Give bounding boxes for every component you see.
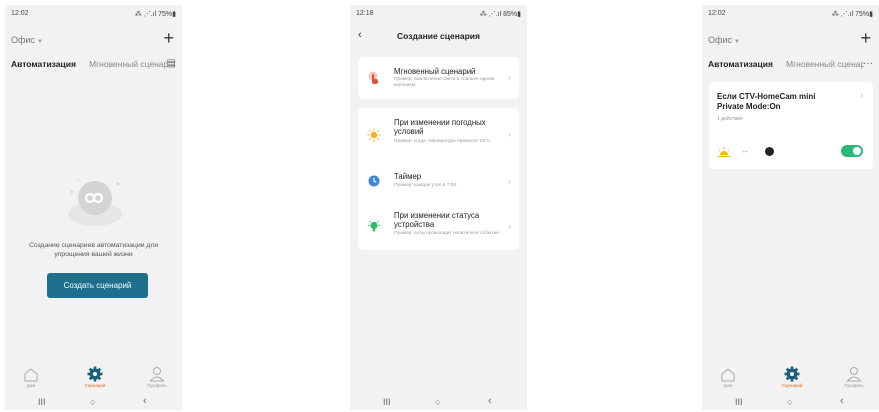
option-description: Пример: каждое утро в 7:00. (394, 183, 458, 188)
recent-apps-icon[interactable]: III (38, 397, 46, 407)
home-icon (721, 368, 735, 382)
option-card: Мгновенный сценарий Пример: выключение с… (358, 57, 519, 99)
option-weather-change[interactable]: При изменении погодных условий Пример: к… (358, 108, 519, 160)
status-bar: 12:02 ⁂ ⋰.ıl 75%▮ (5, 10, 182, 22)
page-title: Создание сценария (397, 31, 480, 41)
create-scene-button[interactable]: Создать сценарий (47, 273, 148, 298)
automation-card[interactable]: Если CTV-HomeCam mini Private Mode:On › … (709, 82, 873, 169)
bottom-navigation: Дом Сценарий Профиль (5, 362, 182, 392)
recent-apps-icon[interactable]: III (735, 397, 743, 407)
tap-hand-icon (368, 71, 378, 84)
back-arrow-icon[interactable]: ‹ (358, 29, 362, 41)
screen-automation-list: 12:02 ⁂ ⋰.ıl 75%▮ Офис ▼ + Автоматизация … (702, 5, 879, 410)
option-device-status[interactable]: При изменении статуса устройства Пример:… (358, 203, 519, 250)
screen-create-scene: 12:18 ⁂ ⋰.ıl 85%▮ Создание сценария ‹ Мг… (350, 5, 527, 410)
status-bar: 12:18 ⁂ ⋰.ıl 85%▮ (350, 10, 527, 22)
workspace-name: Офис (708, 35, 732, 45)
nav-profile[interactable]: Профиль (834, 364, 874, 388)
system-navigation-bar: III ○ ‹ (702, 395, 879, 410)
option-title: Мгновенный сценарий (394, 67, 476, 76)
workspace-selector[interactable]: Офис ▼ (708, 35, 740, 45)
bottom-navigation: Дом Сценарий Профиль (702, 362, 879, 392)
gear-icon (87, 366, 103, 382)
option-title: При изменении статуса устройства (394, 211, 480, 229)
status-time: 12:18 (356, 10, 374, 17)
device-status-icon (368, 220, 380, 232)
option-title: При изменении погодных условий (394, 118, 486, 136)
tab-instant-scene[interactable]: Мгновенный сценарий (89, 59, 167, 69)
back-icon[interactable]: ‹ (143, 395, 147, 407)
nav-home[interactable]: Дом (708, 364, 748, 388)
chevron-right-icon: › (508, 72, 511, 82)
scene-tabs: Автоматизация Мгновенный сценарий ··· (708, 58, 873, 73)
workspace-name: Офис (11, 35, 35, 45)
sunrise-icon (717, 147, 731, 157)
chevron-right-icon: › (508, 176, 511, 186)
more-icon[interactable]: ··· (863, 58, 873, 69)
option-timer[interactable]: Таймер Пример: каждое утро в 7:00. › (358, 163, 519, 201)
screen-automation-empty: 12:02 ⁂ ⋰.ıl 75%▮ Офис ▼ + Автоматизация … (5, 5, 182, 410)
nav-scenes-label: Сценарий (781, 383, 803, 388)
status-time: 12:02 (708, 10, 726, 17)
back-icon[interactable]: ‹ (840, 395, 844, 407)
tab-automation[interactable]: Автоматизация (708, 59, 773, 69)
arrow-icon: ↔ (741, 146, 749, 155)
toggle-knob (853, 147, 861, 155)
tab-instant-scene[interactable]: Мгновенный сценарий (786, 59, 864, 69)
nav-scenes[interactable]: Сценарий (75, 364, 115, 388)
workspace-row: Офис ▼ + (708, 29, 871, 48)
nav-profile-label: Профиль (147, 383, 167, 388)
option-instant-scene[interactable]: Мгновенный сценарий Пример: выключение с… (358, 57, 519, 99)
option-card: При изменении погодных условий Пример: к… (358, 108, 519, 250)
system-navigation-bar: III ○ ‹ (5, 395, 182, 410)
automation-action-count: 1 действия (717, 116, 743, 122)
home-button-icon[interactable]: ○ (435, 397, 440, 407)
nav-profile-label: Профиль (844, 383, 864, 388)
nav-home-label: Дом (723, 383, 733, 388)
automation-title: Если CTV-HomeCam mini Private Mode:On (717, 92, 816, 111)
camera-icon (765, 147, 774, 156)
nav-profile[interactable]: Профиль (137, 364, 177, 388)
scene-tabs: Автоматизация Мгновенный сценарий ▤ (11, 58, 176, 73)
clock-icon (368, 175, 380, 187)
chevron-right-icon: › (508, 129, 511, 139)
tab-automation[interactable]: Автоматизация (11, 59, 76, 69)
page-header: Создание сценария ‹ (350, 29, 527, 45)
chevron-right-icon: › (508, 221, 511, 231)
caret-down-icon: ▼ (36, 39, 43, 45)
profile-icon (149, 367, 165, 382)
status-bar: 12:02 ⁂ ⋰.ıl 75%▮ (702, 10, 879, 22)
home-button-icon[interactable]: ○ (90, 397, 95, 407)
status-time: 12:02 (11, 10, 29, 17)
profile-icon (846, 367, 862, 382)
system-navigation-bar: III ○ ‹ (350, 395, 527, 410)
status-icons: ⁂ ⋰.ıl 85%▮ (479, 11, 521, 18)
automation-empty-icon (68, 179, 122, 226)
sun-icon (367, 128, 381, 142)
status-icons: ⁂ ⋰.ıl 75%▮ (831, 11, 873, 18)
caret-down-icon: ▼ (733, 39, 740, 45)
option-description: Пример: если происходит непатичное событ… (394, 231, 501, 236)
chevron-right-icon: › (860, 90, 863, 100)
home-icon (24, 368, 38, 382)
list-icon[interactable]: ▤ (167, 58, 176, 69)
nav-scenes[interactable]: Сценарий (772, 364, 812, 388)
gear-icon (784, 366, 800, 382)
workspace-row: Офис ▼ + (11, 29, 174, 48)
workspace-selector[interactable]: Офис ▼ (11, 35, 43, 45)
status-icons: ⁂ ⋰.ıl 75%▮ (134, 11, 176, 18)
recent-apps-icon[interactable]: III (383, 397, 391, 407)
home-button-icon[interactable]: ○ (787, 397, 792, 407)
nav-scenes-label: Сценарий (84, 383, 106, 388)
option-description: Пример: выключение света в спальне одним… (394, 77, 495, 88)
nav-home-label: Дом (26, 383, 36, 388)
empty-state-text: Создание сценариев автоматизации для упр… (28, 242, 159, 258)
option-description: Пример: когда температура превысит 28°C. (394, 139, 492, 144)
automation-toggle[interactable] (841, 145, 863, 157)
back-icon[interactable]: ‹ (488, 395, 492, 407)
add-icon[interactable]: + (163, 29, 174, 47)
nav-home[interactable]: Дом (11, 364, 51, 388)
option-title: Таймер (394, 172, 422, 181)
add-icon[interactable]: + (860, 29, 871, 47)
